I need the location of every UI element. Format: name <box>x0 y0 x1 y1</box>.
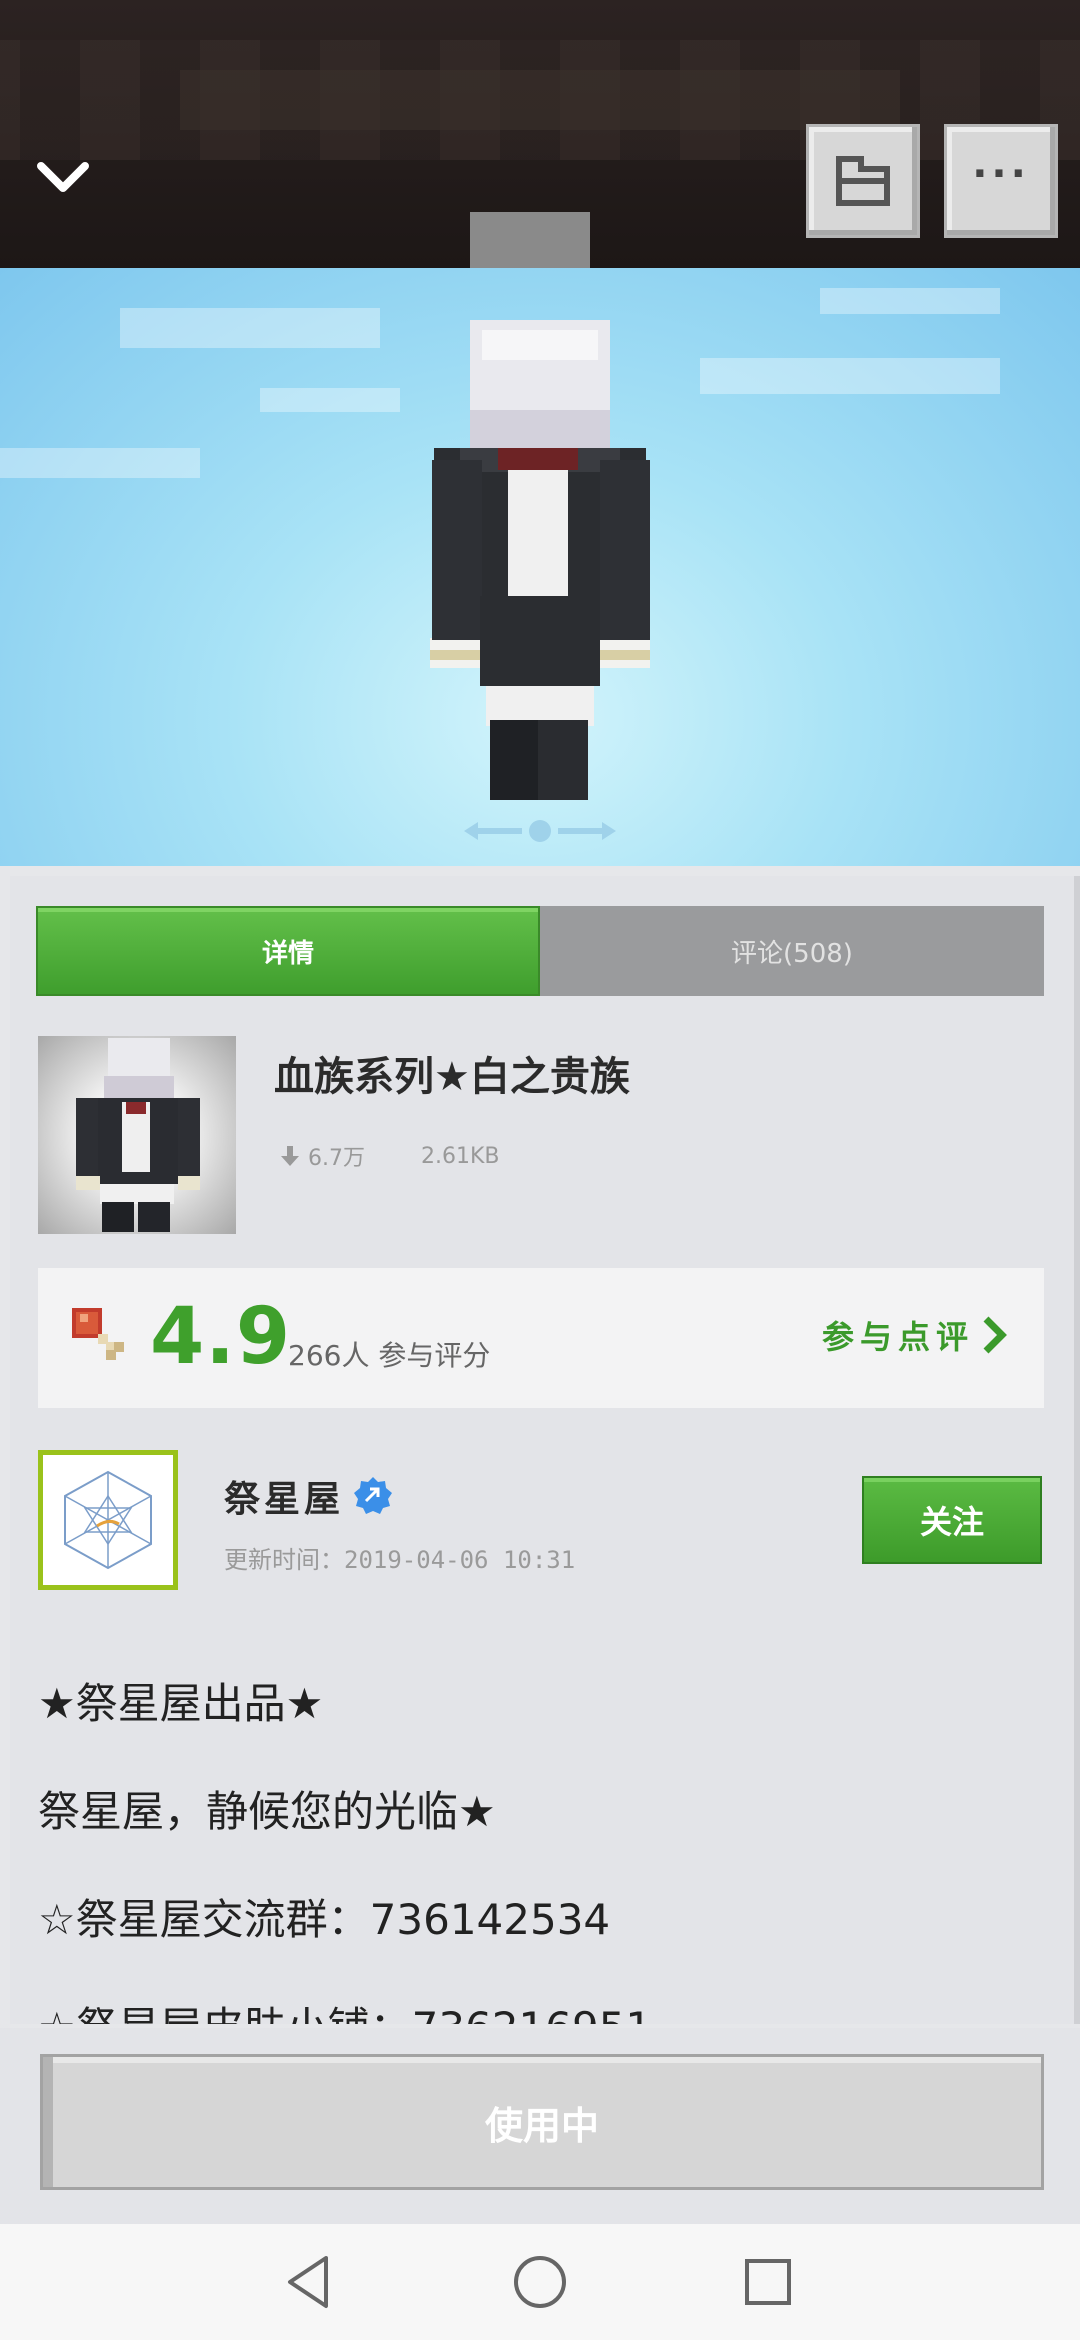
folder-button[interactable] <box>806 124 920 238</box>
bottom-action-bar: 使用中 <box>0 2028 1080 2224</box>
description-line: ☆祭星屋交流群：736142534 <box>38 1895 611 1944</box>
update-time: 更新时间：2019-04-06 10:31 <box>224 1546 576 1574</box>
nav-back-button[interactable] <box>268 2242 348 2322</box>
follow-button[interactable]: 关注 <box>862 1476 1042 1564</box>
author-avatar[interactable] <box>38 1450 178 1590</box>
skin-head-top <box>470 212 590 268</box>
tab-bar: 详情 评论(508) <box>36 906 1044 996</box>
rating-count: 266人 参与评分 <box>288 1339 491 1372</box>
rotate-control[interactable] <box>460 816 620 846</box>
nav-home-button[interactable] <box>500 2242 580 2322</box>
skin-meta: 6.7万 2.61KB <box>280 1140 500 1172</box>
description-line: ★祭星屋出品★ <box>38 1679 324 1728</box>
rating-card: 4.9 266人 参与评分 参与点评 <box>38 1268 1044 1408</box>
detail-panel: 详情 评论(508) 血族系列★白之贵族 6.7万 2.61KB 4.9 266… <box>10 876 1080 2024</box>
download-count: 6.7万 <box>308 1146 365 1171</box>
author-name[interactable]: 祭星屋 <box>224 1470 394 1522</box>
skin-thumbnail <box>38 1036 236 1234</box>
rotate-arrows-icon <box>464 820 616 842</box>
meat-icon <box>72 1308 124 1360</box>
description-line: 祭星屋，静候您的光临★ <box>38 1787 496 1836</box>
chevron-right-icon <box>983 1316 1007 1354</box>
rate-button[interactable]: 参与点评 <box>822 1312 1008 1358</box>
folder-icon <box>836 156 890 206</box>
header-banner: ··· <box>0 0 1080 268</box>
banner-roof <box>180 70 900 130</box>
rating-score: 4.9 <box>150 1292 292 1382</box>
skin-preview[interactable] <box>0 268 1080 866</box>
description-line: ☆祭星屋皮肤小铺：736216951 <box>38 2000 1038 2024</box>
skin-description: ★祭星屋出品★ 祭星屋，静候您的光临★ ☆祭星屋交流群：736142534 ☆祭… <box>38 1676 1038 2024</box>
circle-home-icon <box>514 2256 566 2308</box>
system-nav-bar <box>0 2224 1080 2340</box>
back-button[interactable] <box>28 148 98 208</box>
more-button[interactable]: ··· <box>944 124 1058 238</box>
chevron-down-icon <box>37 162 89 192</box>
tab-details[interactable]: 详情 <box>36 906 540 996</box>
file-size: 2.61KB <box>421 1143 500 1169</box>
square-recent-icon <box>745 2259 791 2305</box>
nav-recent-button[interactable] <box>728 2242 808 2322</box>
author-name-text: 祭星屋 <box>224 1479 345 1520</box>
more-dots-icon: ··· <box>972 151 1030 197</box>
skin-model <box>430 320 650 800</box>
use-button[interactable]: 使用中 <box>40 2054 1044 2190</box>
hexagon-logo-icon <box>64 1470 152 1570</box>
rate-label: 参与点评 <box>821 1318 974 1356</box>
skin-title: 血族系列★白之贵族 <box>274 1054 630 1100</box>
verified-badge-icon <box>354 1477 393 1514</box>
tab-comments[interactable]: 评论(508) <box>540 906 1044 996</box>
triangle-back-icon <box>288 2256 328 2308</box>
download-icon <box>281 1146 299 1166</box>
